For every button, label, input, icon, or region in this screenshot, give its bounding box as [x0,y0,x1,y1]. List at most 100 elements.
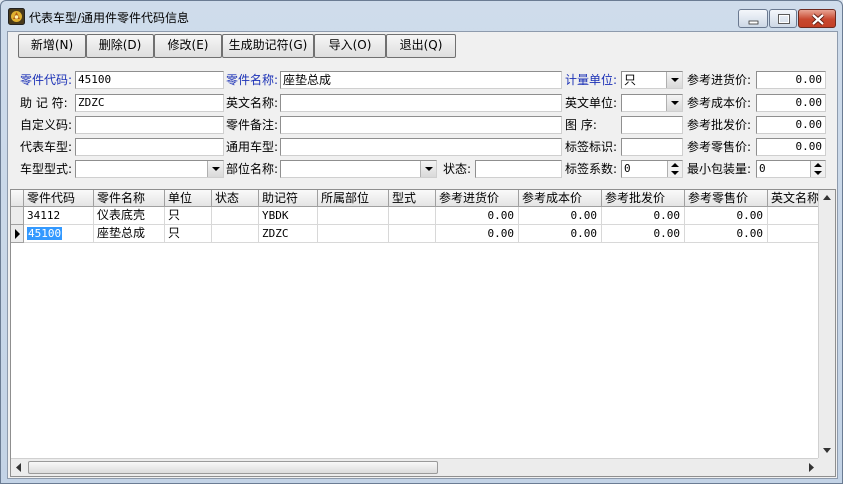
cell-part-name[interactable]: 座垫总成 [94,225,165,243]
cell-cost[interactable]: 0.00 [519,207,602,225]
column-header[interactable]: 参考零售价 [685,190,768,207]
cell-part-code[interactable]: 45100 [24,225,94,243]
part-code-input[interactable]: 45100 [75,71,224,89]
figure-input[interactable] [621,116,683,134]
cell-purchase[interactable]: 0.00 [436,207,519,225]
cell-english[interactable] [768,225,819,243]
ref-cost-input[interactable]: 0.00 [756,94,826,112]
part-note-input[interactable] [280,116,562,134]
close-button[interactable] [798,9,836,28]
tag-mark-label: 标签标识: [565,140,618,154]
unit-select[interactable]: 只 [621,71,683,89]
unit-select-value: 只 [624,73,637,87]
chevron-down-icon[interactable] [666,72,682,88]
cell-unit[interactable]: 只 [165,225,212,243]
ref-retail-label: 参考零售价: [687,140,752,154]
ref-purchase-input[interactable]: 0.00 [756,71,826,89]
add-button[interactable]: 新增(N) [18,34,86,58]
close-icon [811,13,825,26]
ref-purchase-label: 参考进货价: [687,73,752,87]
cell-mnemonic[interactable]: ZDZC [259,225,318,243]
cell-part-name[interactable]: 仪表底壳 [94,207,165,225]
scroll-down-button[interactable] [819,441,835,458]
part-location-select[interactable] [280,160,437,178]
chevron-down-icon[interactable] [207,161,223,177]
cell-status[interactable] [212,207,259,225]
part-location-label: 部位名称: [226,162,279,176]
unit-label: 计量单位: [565,73,618,87]
tag-factor-stepper[interactable]: 0 [621,160,683,178]
mnemonic-input[interactable]: ZDZC [75,94,224,112]
import-button[interactable]: 导入(O) [314,34,386,58]
row-indicator-header [11,190,24,207]
cell-wholesale[interactable]: 0.00 [602,207,685,225]
status-input[interactable] [475,160,562,178]
cell-location[interactable] [318,225,389,243]
column-header[interactable]: 参考批发价 [602,190,685,207]
arrow-left-icon [16,463,21,472]
vertical-scrollbar[interactable] [818,190,835,458]
cell-english[interactable] [768,207,819,225]
scroll-left-button[interactable] [11,459,27,476]
column-header[interactable]: 所属部位 [318,190,389,207]
column-header[interactable]: 英文名称 [768,190,819,207]
column-header[interactable]: 参考成本价 [519,190,602,207]
model-type-label: 车型型式: [20,162,73,176]
mnemonic-label: 助 记 符: [20,96,68,110]
app-icon [8,8,25,25]
ref-cost-label: 参考成本价: [687,96,752,110]
spinner-arrows-icon[interactable] [810,161,825,177]
cell-mnemonic[interactable]: YBDK [259,207,318,225]
cell-type[interactable] [389,225,436,243]
column-header[interactable]: 零件名称 [94,190,165,207]
scroll-up-button[interactable] [819,190,835,207]
cell-location[interactable] [318,207,389,225]
cell-purchase[interactable]: 0.00 [436,225,519,243]
table-row[interactable]: 34112 仪表底壳 只 YBDK 0.00 0.00 0.00 0.00 [11,207,819,225]
exit-button[interactable]: 退出(Q) [386,34,456,58]
column-header[interactable]: 型式 [389,190,436,207]
generate-mnemonic-button[interactable]: 生成助记符(G) [222,34,314,58]
model-type-select[interactable] [75,160,224,178]
row-indicator[interactable] [11,207,24,225]
cell-status[interactable] [212,225,259,243]
column-header[interactable]: 零件代码 [24,190,94,207]
scroll-right-button[interactable] [803,459,819,476]
cell-type[interactable] [389,207,436,225]
tag-mark-input[interactable] [621,138,683,156]
column-header[interactable]: 助记符 [259,190,318,207]
minimize-button[interactable] [738,9,768,28]
cell-retail[interactable]: 0.00 [685,207,768,225]
common-model-input[interactable] [280,138,562,156]
ref-wholesale-input[interactable]: 0.00 [756,116,826,134]
column-header[interactable]: 参考进货价 [436,190,519,207]
chevron-down-icon[interactable] [420,161,436,177]
spinner-arrows-icon[interactable] [667,161,682,177]
rep-model-input[interactable] [75,138,224,156]
cell-unit[interactable]: 只 [165,207,212,225]
ref-wholesale-label: 参考批发价: [687,118,752,132]
cell-cost[interactable]: 0.00 [519,225,602,243]
edit-button[interactable]: 修改(E) [154,34,222,58]
chevron-down-icon[interactable] [666,95,682,111]
min-pack-stepper[interactable]: 0 [756,160,826,178]
english-name-input[interactable] [280,94,562,112]
parts-table[interactable]: 零件代码 零件名称 单位 状态 助记符 所属部位 型式 参考进货价 参考成本价 … [10,189,836,477]
delete-button[interactable]: 删除(D) [86,34,154,58]
arrow-down-icon [823,448,831,453]
column-header[interactable]: 单位 [165,190,212,207]
table-row-selected[interactable]: 45100 座垫总成 只 ZDZC 0.00 0.00 0.00 0.00 [11,225,819,243]
english-unit-select[interactable] [621,94,683,112]
cell-wholesale[interactable]: 0.00 [602,225,685,243]
custom-code-input[interactable] [75,116,224,134]
maximize-button[interactable] [769,9,797,28]
current-row-arrow-icon[interactable] [11,225,24,243]
cell-retail[interactable]: 0.00 [685,225,768,243]
horizontal-scrollbar[interactable] [11,458,819,476]
horizontal-scroll-thumb[interactable] [28,461,438,474]
column-header[interactable]: 状态 [212,190,259,207]
ref-retail-input[interactable]: 0.00 [756,138,826,156]
part-name-input[interactable]: 座垫总成 [280,71,562,89]
cell-part-code[interactable]: 34112 [24,207,94,225]
title-bar[interactable]: 代表车型/通用件零件代码信息 [1,1,842,31]
